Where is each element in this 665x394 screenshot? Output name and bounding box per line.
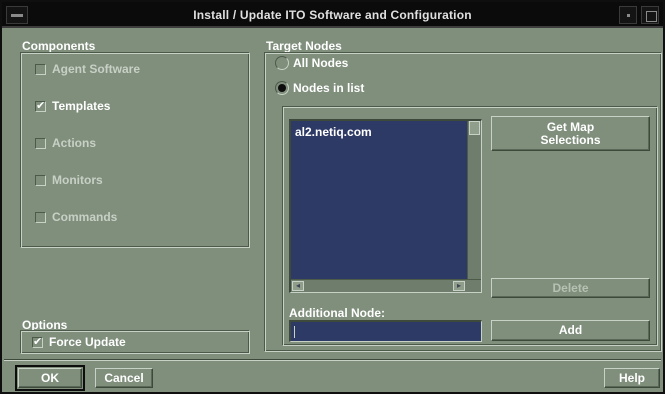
footer-separator [4, 359, 661, 361]
node-list-item[interactable]: al2.netiq.com [295, 125, 372, 139]
checkbox-label: Templates [52, 99, 111, 113]
radio-button[interactable] [275, 81, 289, 95]
all-nodes-radio[interactable]: All Nodes [275, 56, 348, 70]
button-label: Add [558, 323, 583, 337]
monitors-checkbox[interactable]: Monitors [35, 173, 103, 187]
commands-checkbox[interactable]: Commands [35, 210, 117, 224]
text-caret [294, 326, 295, 338]
button-label: Get Map Selections [540, 119, 601, 147]
cancel-button[interactable]: Cancel [95, 368, 153, 388]
checkbox-box[interactable] [32, 335, 43, 348]
button-label: Delete [552, 280, 589, 295]
button-label: Cancel [104, 370, 144, 385]
node-list-horizontal-scrollbar[interactable]: ◂ ▸ [291, 279, 481, 292]
checkbox-label: Actions [52, 136, 97, 150]
radio-label: All Nodes [293, 56, 349, 70]
components-label: Components [22, 39, 96, 53]
target-nodes-label: Target Nodes [266, 39, 342, 53]
scroll-left-icon[interactable]: ◂ [292, 281, 304, 291]
install-update-dialog: Install / Update ITO Software and Config… [0, 0, 665, 394]
button-label: OK [41, 370, 59, 385]
minimize-icon[interactable] [619, 6, 637, 24]
checkbox-box[interactable] [35, 174, 46, 186]
node-list-vertical-scrollbar[interactable] [467, 121, 481, 279]
checkbox-box[interactable] [35, 99, 46, 112]
radio-label: Nodes in list [293, 81, 365, 95]
additional-node-label: Additional Node: [289, 306, 385, 320]
button-label: Help [618, 370, 645, 385]
get-map-selections-button[interactable]: Get Map Selections [491, 116, 650, 151]
scroll-right-icon[interactable]: ▸ [453, 281, 465, 291]
checkbox-label: Agent Software [52, 62, 141, 76]
add-button[interactable]: Add [491, 320, 650, 341]
checkbox-box[interactable] [35, 137, 46, 149]
help-button[interactable]: Help [604, 368, 660, 388]
force-update-checkbox[interactable]: Force Update [32, 335, 126, 349]
actions-checkbox[interactable]: Actions [35, 136, 96, 150]
agent-software-checkbox[interactable]: Agent Software [35, 62, 140, 76]
checkbox-label: Monitors [52, 173, 103, 187]
radio-button[interactable] [275, 56, 289, 70]
maximize-icon[interactable] [641, 6, 659, 24]
window-title: Install / Update ITO Software and Config… [193, 8, 472, 22]
node-list[interactable]: al2.netiq.com ◂ ▸ [289, 119, 482, 293]
checkbox-box[interactable] [35, 211, 46, 223]
templates-checkbox[interactable]: Templates [35, 99, 110, 113]
checkbox-box[interactable] [35, 63, 46, 75]
nodes-in-list-radio[interactable]: Nodes in list [275, 81, 364, 95]
checkbox-label: Commands [52, 210, 118, 224]
checkbox-label: Force Update [49, 335, 126, 349]
ok-button[interactable]: OK [15, 365, 85, 391]
title-bar[interactable]: Install / Update ITO Software and Config… [2, 2, 663, 28]
additional-node-input[interactable] [289, 320, 482, 342]
delete-button[interactable]: Delete [491, 278, 650, 298]
scrollbar-thumb[interactable] [469, 121, 480, 135]
